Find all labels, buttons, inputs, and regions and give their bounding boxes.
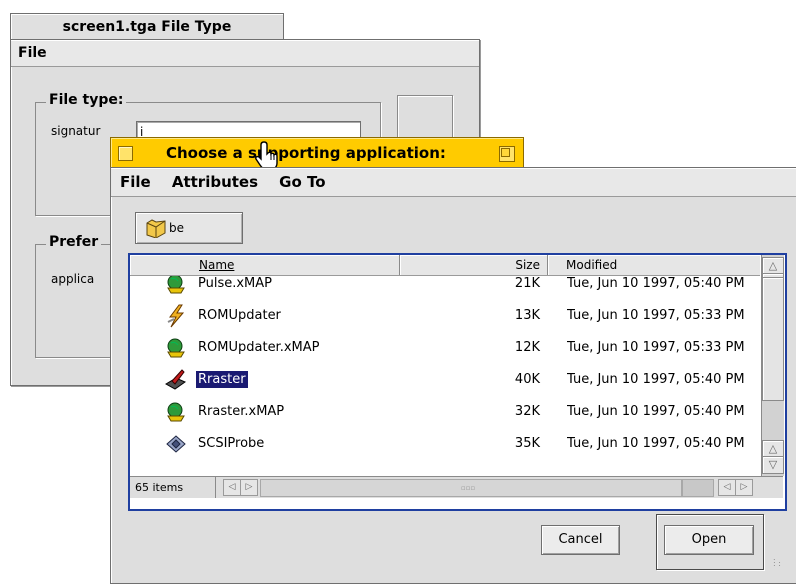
scroll-left-arrow-icon[interactable]: ◁ <box>223 479 241 496</box>
file-size: 13K <box>514 308 540 323</box>
file-size: 21K <box>514 276 540 291</box>
file-size: 12K <box>514 340 540 355</box>
lightning-app-icon <box>167 304 185 328</box>
column-size-header[interactable]: Size <box>400 255 548 275</box>
scroll-left-arrow-icon[interactable]: ◁ <box>718 479 736 496</box>
zoom-box-icon[interactable] <box>499 146 515 162</box>
open-button[interactable]: Open <box>664 525 754 555</box>
file-row[interactable]: Pulse.xMAP 21K Tue, Jun 10 1997, 05:40 P… <box>130 276 760 300</box>
file-name: ROMUpdater <box>198 308 281 323</box>
folder-icon <box>146 219 166 238</box>
dialog-title-tab[interactable]: Choose a supporting application: <box>110 137 524 168</box>
file-row[interactable]: Rraster.xMAP 32K Tue, Jun 10 1997, 05:40… <box>130 396 760 428</box>
column-name-header[interactable]: Name <box>130 255 400 275</box>
cancel-button[interactable]: Cancel <box>541 525 620 555</box>
globe-map-icon <box>167 402 185 422</box>
close-box-icon[interactable] <box>118 146 133 161</box>
file-type-window-tab[interactable]: screen1.tga File Type <box>10 13 284 40</box>
dialog-menubar: File Attributes Go To <box>111 168 796 197</box>
path-directory-button[interactable]: be <box>135 212 243 244</box>
preferred-label: Prefer <box>46 234 102 250</box>
column-modified-header[interactable]: Modified <box>548 255 760 275</box>
file-row-selected[interactable]: Rraster 40K Tue, Jun 10 1997, 05:40 PM <box>130 364 760 396</box>
path-label: be <box>169 221 184 235</box>
file-name: Pulse.xMAP <box>198 276 273 291</box>
scroll-down-arrow-icon[interactable]: ▽ <box>762 456 784 474</box>
file-size: 35K <box>514 436 540 451</box>
file-name: ROMUpdater.xMAP <box>198 340 320 355</box>
file-size: 32K <box>514 404 540 419</box>
menu-file[interactable]: File <box>111 168 151 196</box>
list-header: Name Size Modified <box>130 255 760 276</box>
file-row[interactable]: SCSIProbe 35K Tue, Jun 10 1997, 05:40 PM <box>130 428 760 460</box>
resize-grip-icon[interactable]: .: : <box>773 554 793 575</box>
file-name: SCSIProbe <box>198 436 265 451</box>
file-modified: Tue, Jun 10 1997, 05:40 PM <box>567 276 745 291</box>
menu-go-to[interactable]: Go To <box>270 168 325 196</box>
file-rows: Pulse.xMAP 21K Tue, Jun 10 1997, 05:40 P… <box>130 276 760 474</box>
choose-app-dialog: File Attributes Go To be Name Size Modif… <box>110 167 796 584</box>
file-type-label: File type: <box>46 92 127 108</box>
menu-attributes[interactable]: Attributes <box>163 168 258 196</box>
file-row[interactable]: ROMUpdater 13K Tue, Jun 10 1997, 05:33 P… <box>130 300 760 332</box>
globe-map-icon <box>167 338 185 358</box>
file-modified: Tue, Jun 10 1997, 05:33 PM <box>567 340 745 355</box>
application-label: applica <box>51 272 95 286</box>
file-modified: Tue, Jun 10 1997, 05:33 PM <box>567 308 745 323</box>
signature-label: signatur <box>51 124 101 138</box>
scroll-right-arrow-icon[interactable]: ▷ <box>735 479 753 496</box>
menu-file[interactable]: File <box>11 40 54 66</box>
file-modified: Tue, Jun 10 1997, 05:40 PM <box>567 372 745 387</box>
horizontal-scroll-thumb[interactable] <box>682 479 714 497</box>
item-count: 65 items <box>130 477 216 498</box>
globe-map-icon <box>167 276 185 294</box>
scroll-grip-icon: ▫▫▫ <box>461 484 476 492</box>
vertical-scrollbar[interactable]: △ ▽ △ ▽ <box>761 255 784 476</box>
file-row[interactable]: ROMUpdater.xMAP 12K Tue, Jun 10 1997, 05… <box>130 332 760 364</box>
file-name: Rraster <box>196 371 248 388</box>
scroll-right-arrow-icon[interactable]: ▷ <box>240 479 258 496</box>
file-size: 40K <box>514 372 540 387</box>
scroll-thumb[interactable] <box>762 277 784 401</box>
dialog-title: Choose a supporting application: <box>166 144 446 162</box>
list-status-bar: 65 items ◁ ▷ ▫▫▫ ◁ ▷ <box>130 476 783 498</box>
file-modified: Tue, Jun 10 1997, 05:40 PM <box>567 404 745 419</box>
file-list[interactable]: Name Size Modified Pulse.xMAP 21K Tue, J… <box>128 253 787 511</box>
file-name: Rraster.xMAP <box>198 404 285 419</box>
file-modified: Tue, Jun 10 1997, 05:40 PM <box>567 436 745 451</box>
file-type-menubar: File <box>11 40 479 67</box>
paint-app-icon <box>165 369 187 390</box>
scsi-app-icon <box>166 435 186 453</box>
